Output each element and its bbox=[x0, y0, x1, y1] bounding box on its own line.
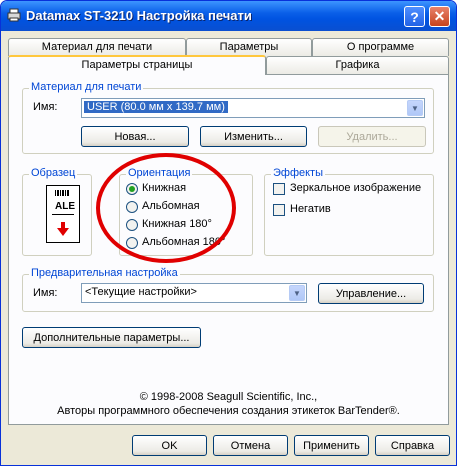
preset-name-label: Имя: bbox=[33, 287, 58, 299]
delete-media-button[interactable]: Удалить... bbox=[318, 126, 426, 147]
preset-group-label: Предварительная настройка bbox=[29, 267, 180, 279]
mirror-label[interactable]: Зеркальное изображение bbox=[290, 182, 421, 194]
manage-presets-button[interactable]: Управление... bbox=[318, 283, 424, 304]
window-title: Datamax ST-3210 Настройка печати bbox=[26, 8, 252, 23]
negative-checkbox[interactable] bbox=[273, 204, 285, 216]
new-media-button[interactable]: Новая... bbox=[81, 126, 189, 147]
media-name-label: Имя: bbox=[33, 101, 58, 113]
title-bar[interactable]: Datamax ST-3210 Настройка печати ? ✕ bbox=[1, 1, 456, 31]
media-name-select[interactable]: USER (80.0 мм x 139.7 мм) ▼ bbox=[81, 98, 425, 118]
media-group-label: Материал для печати bbox=[29, 81, 144, 93]
mirror-checkbox[interactable] bbox=[273, 183, 285, 195]
advanced-options-button[interactable]: Дополнительные параметры... bbox=[22, 327, 201, 348]
landscape-180-radio[interactable] bbox=[126, 237, 138, 249]
tab-parameters[interactable]: Параметры bbox=[186, 38, 312, 56]
printer-icon bbox=[7, 8, 21, 22]
edit-media-button[interactable]: Изменить... bbox=[200, 126, 307, 147]
portrait-radio[interactable] bbox=[126, 183, 138, 195]
preview-sample-text: ALE bbox=[55, 201, 75, 212]
media-name-value: USER (80.0 мм x 139.7 мм) bbox=[84, 101, 228, 113]
copyright-line-1: © 1998-2008 Seagull Scientific, Inc., bbox=[139, 391, 318, 403]
help-button[interactable]: Справка bbox=[375, 435, 450, 456]
preset-name-value: <Текущие настройки> bbox=[85, 286, 197, 298]
tab-page-setup[interactable]: Параметры страницы bbox=[8, 55, 266, 75]
copyright-line-2: Авторы программного обеспечения создания… bbox=[57, 405, 400, 417]
barcode-icon bbox=[52, 190, 74, 236]
portrait-180-label[interactable]: Книжная 180° bbox=[142, 218, 212, 230]
preset-name-select[interactable]: <Текущие настройки> ▼ bbox=[81, 283, 307, 303]
help-title-button[interactable]: ? bbox=[404, 6, 425, 27]
negative-label[interactable]: Негатив bbox=[290, 203, 331, 215]
preview-group-label: Образец bbox=[29, 167, 78, 179]
orientation-group-label: Ориентация bbox=[126, 167, 193, 179]
portrait-180-radio[interactable] bbox=[126, 219, 138, 231]
cancel-button[interactable]: Отмена bbox=[213, 435, 288, 456]
apply-button[interactable]: Применить bbox=[294, 435, 369, 456]
effects-group-label: Эффекты bbox=[271, 167, 326, 179]
chevron-down-icon[interactable]: ▼ bbox=[407, 100, 423, 116]
print-settings-window: Datamax ST-3210 Настройка печати ? ✕ Мат… bbox=[0, 0, 457, 466]
chevron-down-icon[interactable]: ▼ bbox=[289, 285, 305, 301]
portrait-label[interactable]: Книжная bbox=[142, 182, 186, 194]
landscape-radio[interactable] bbox=[126, 201, 138, 213]
close-button[interactable]: ✕ bbox=[429, 6, 450, 27]
tab-about[interactable]: О программе bbox=[312, 38, 449, 56]
landscape-180-label[interactable]: Альбомная 180° bbox=[142, 236, 225, 248]
tab-media[interactable]: Материал для печати bbox=[8, 38, 186, 56]
label-preview: ALE bbox=[46, 185, 80, 243]
landscape-label[interactable]: Альбомная bbox=[142, 200, 200, 212]
tab-graphics[interactable]: Графика bbox=[266, 56, 449, 74]
ok-button[interactable]: OK bbox=[132, 435, 207, 456]
